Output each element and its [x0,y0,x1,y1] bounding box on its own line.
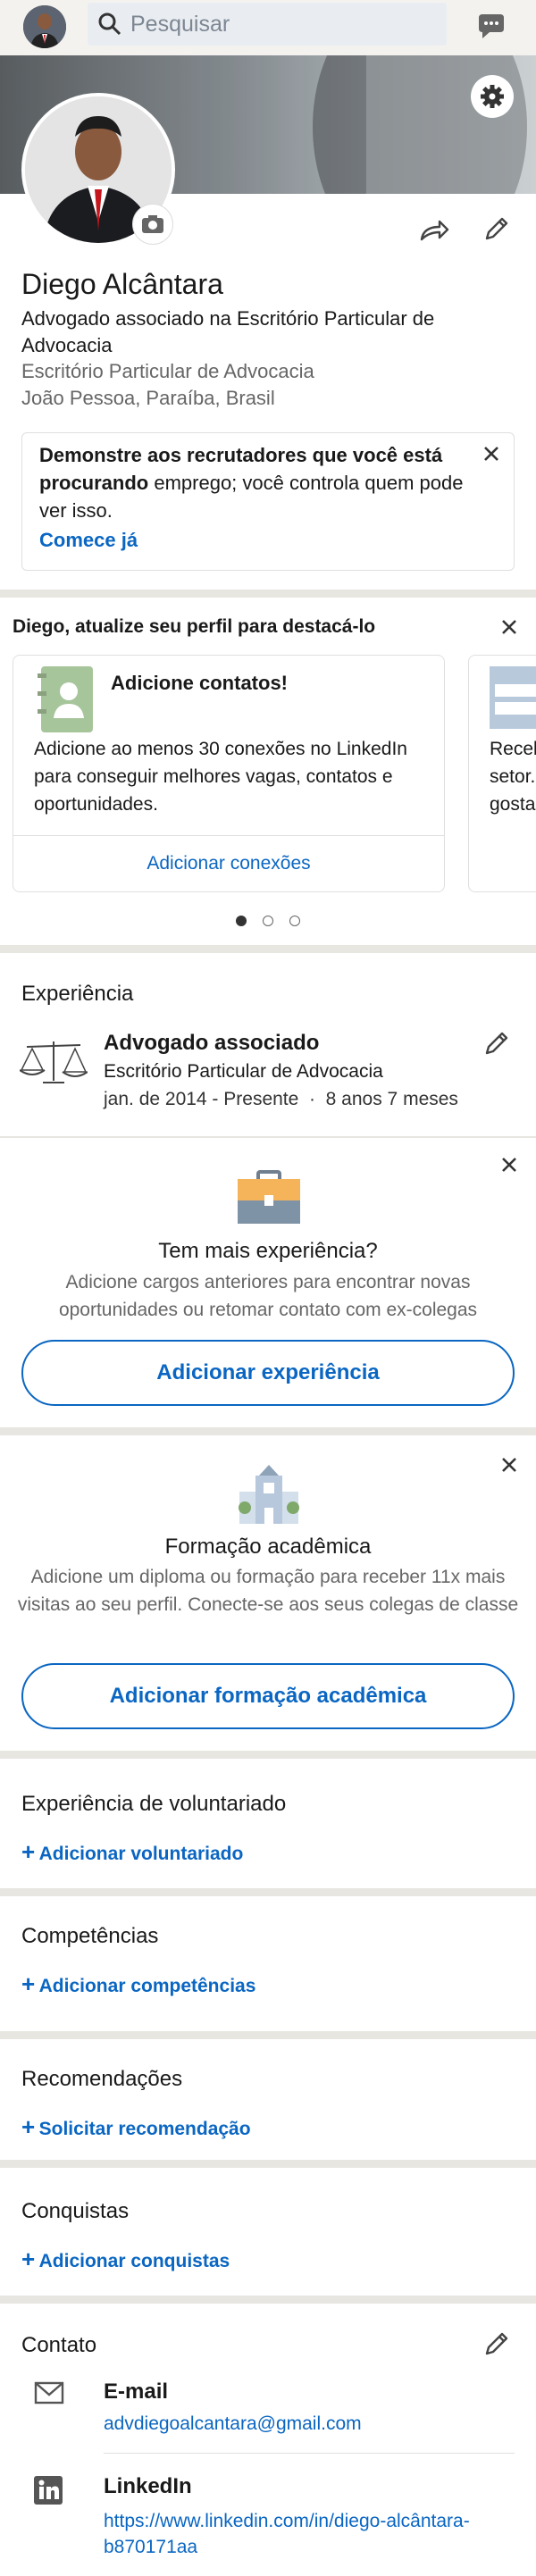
divider [0,1136,536,1138]
education-title: Formação acadêmica [164,1535,372,1559]
edit-contact-icon[interactable] [481,2328,513,2360]
email-label: E-mail [104,2379,169,2404]
education-body: Adicione um diploma ou formação para rec… [17,1567,519,1615]
section-divider [0,2296,536,2304]
search-input[interactable]: Pesquisar [130,12,230,38]
cover-settings-button[interactable] [471,75,514,118]
suggestions-title: Diego, atualize seu perfil para destacá-… [13,616,376,637]
plus-icon: + [21,1970,36,1997]
open-to-work-text: Demonstre aos recrutadores que você está… [39,441,477,524]
section-divider [0,1751,536,1759]
edit-experience-icon[interactable] [481,1027,513,1059]
experience-dates: jan. de 2014 - Presente · 8 anos 7 meses [104,1089,458,1109]
linkedin-url[interactable]: https://www.linkedin.com/in/diego-alcânt… [104,2508,470,2560]
carousel-dot[interactable] [289,916,300,926]
plus-icon: + [21,2246,36,2272]
contact-title: Contato [21,2333,97,2357]
close-icon[interactable] [498,616,520,638]
add-volunteer-link[interactable]: + Adicionar voluntariado [21,1838,243,1866]
scales-of-justice-icon [20,1041,88,1083]
plus-icon: + [21,2113,36,2140]
experience-title: Experiência [21,982,134,1006]
linkedin-icon [34,2476,63,2505]
add-education-button[interactable]: Adicionar formação acadêmica [21,1663,515,1729]
section-divider [0,2031,536,2039]
more-experience-body: Adicione cargos anteriores para encontra… [58,1272,478,1320]
skills-title: Competências [21,1924,159,1948]
profile-company: Escritório Particular de Advocacia [21,360,314,382]
add-achievements-link[interactable]: + Adicionar conquistas [21,2246,230,2273]
user-avatar[interactable] [23,5,66,48]
contacts-book-icon [38,666,93,732]
messaging-icon[interactable] [473,9,509,45]
add-connections-button[interactable]: Adicionar conexões [13,853,445,874]
volunteer-title: Experiência de voluntariado [21,1792,287,1816]
profile-headline: Advogado associado na Escritório Particu… [21,307,435,356]
open-to-work-cta[interactable]: Comece já [39,529,138,552]
section-divider [0,1427,536,1435]
profile-name: Diego Alcântara [21,268,223,300]
edit-profile-icon[interactable] [481,213,513,245]
share-icon[interactable] [418,214,450,247]
close-icon[interactable] [498,1154,520,1175]
briefcase-icon [238,1170,300,1224]
gear-icon [481,85,504,108]
add-skills-link[interactable]: + Adicionar competências [21,1970,255,1998]
experience-role: Advogado associado [104,1031,320,1055]
divider [104,2453,515,2454]
carousel-dot[interactable] [263,916,273,926]
more-experience-title: Tem mais experiência? [158,1239,378,1263]
recommendations-title: Recomendações [21,2067,183,2091]
partial-card-text: Receb setor. gosta [490,739,536,815]
email-link[interactable]: advdiegoalcantara@gmail.com [104,2413,362,2435]
experience-company: Escritório Particular de Advocacia [104,1061,383,1082]
change-photo-button[interactable] [132,204,173,245]
section-divider [0,590,536,598]
section-divider [0,1888,536,1896]
card-divider [13,835,445,836]
email-icon [34,2381,64,2405]
search-icon [98,13,121,36]
school-building-icon [239,1465,299,1524]
document-icon [490,666,536,729]
achievements-title: Conquistas [21,2199,130,2223]
request-recommendation-link[interactable]: + Solicitar recomendação [21,2113,251,2141]
camera-icon [142,215,163,233]
add-experience-button[interactable]: Adicionar experiência [21,1340,515,1406]
suggestion-card-title: Adicione contatos! [111,672,289,694]
section-divider [0,945,536,953]
close-icon[interactable] [481,443,502,464]
suggestion-card-body: Adicione ao menos 30 conexões no LinkedI… [34,739,407,815]
section-divider [0,2160,536,2168]
profile-location: João Pessoa, Paraíba, Brasil [21,387,275,409]
close-icon[interactable] [498,1454,520,1476]
plus-icon: + [21,1838,36,1865]
linkedin-label: LinkedIn [104,2474,192,2498]
carousel-dot-active[interactable] [236,916,247,926]
